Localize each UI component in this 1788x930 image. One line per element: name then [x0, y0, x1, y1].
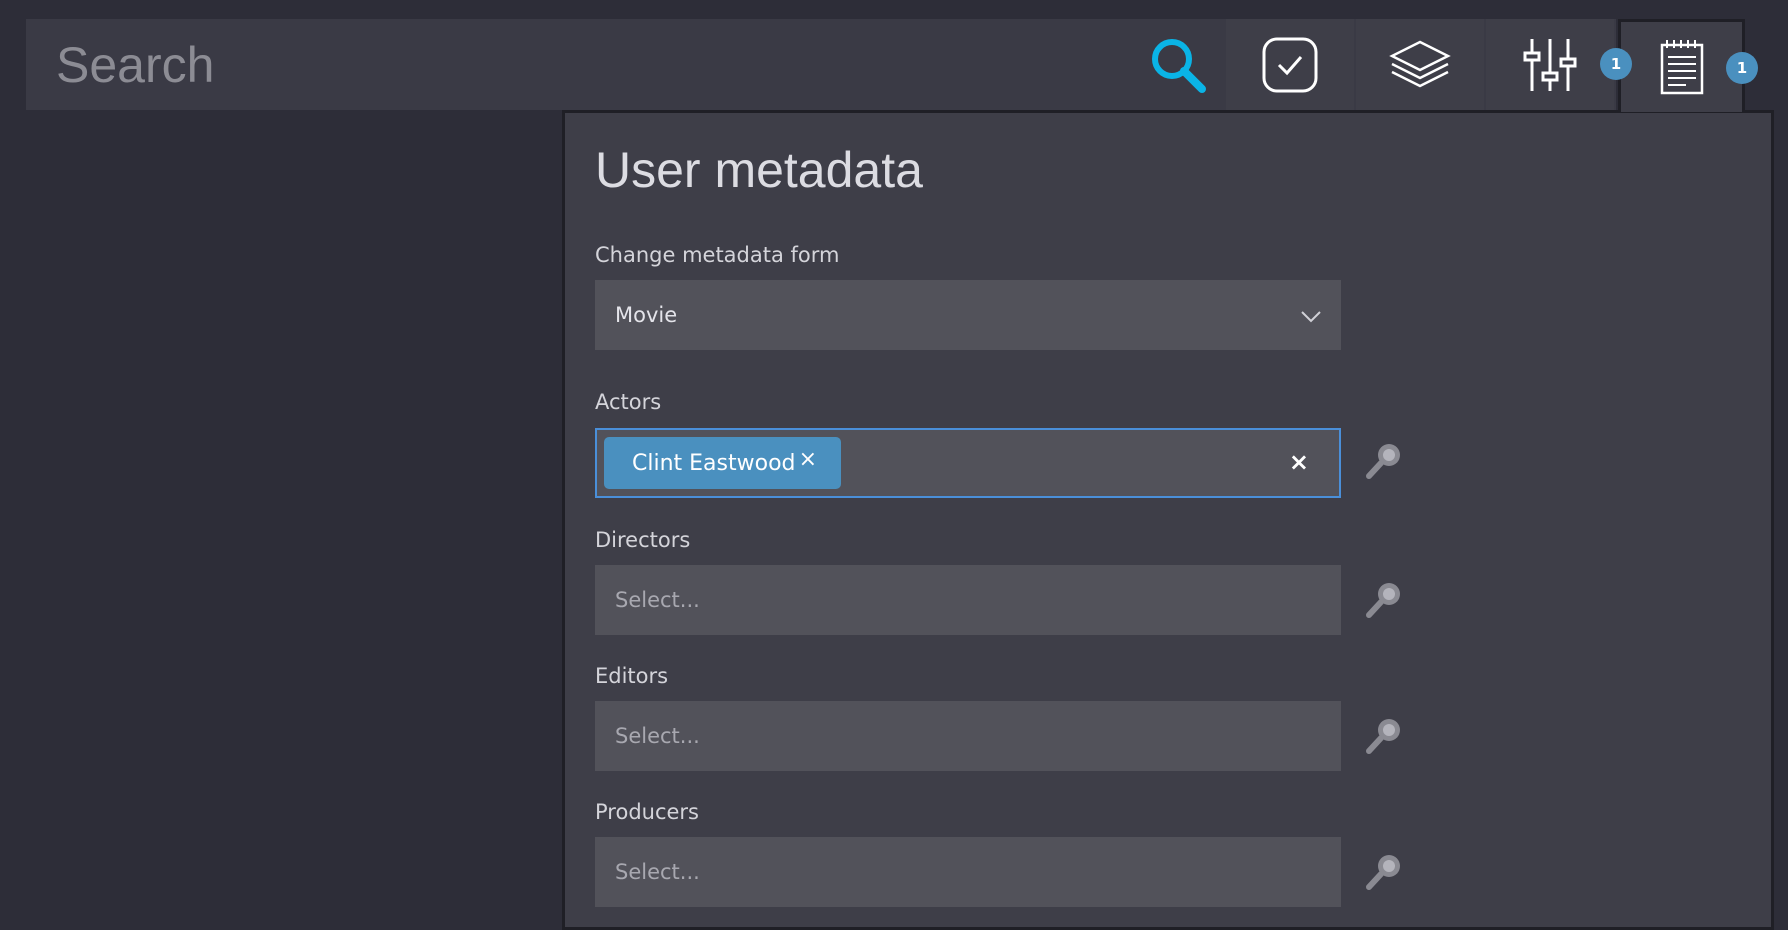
- search-icon[interactable]: [1146, 33, 1210, 97]
- metadata-form-value: Movie: [615, 303, 678, 327]
- editors-lookup-icon[interactable]: [1363, 715, 1405, 757]
- panel-title: User metadata: [595, 142, 923, 198]
- directors-label: Directors: [595, 528, 691, 552]
- producers-placeholder: Select...: [615, 860, 700, 884]
- actor-tag: Clint Eastwood ×: [604, 437, 841, 489]
- top-toolbar: [26, 19, 1616, 110]
- producers-select[interactable]: Select...: [595, 837, 1341, 907]
- chevron-down-icon: [1301, 311, 1321, 323]
- metadata-form-label: Change metadata form: [595, 243, 840, 267]
- filters-count-badge: 1: [1600, 48, 1632, 80]
- actor-tag-label: Clint Eastwood: [632, 450, 796, 476]
- notepad-icon: [1660, 40, 1703, 95]
- actors-lookup-icon[interactable]: [1363, 440, 1405, 482]
- actors-input[interactable]: Clint Eastwood × ×: [595, 428, 1341, 498]
- metadata-count-badge: 1: [1726, 52, 1758, 84]
- sliders-icon: [1523, 38, 1577, 91]
- directors-select[interactable]: Select...: [595, 565, 1341, 635]
- layers-button[interactable]: [1356, 19, 1484, 110]
- metadata-form-select[interactable]: Movie: [595, 280, 1341, 350]
- user-metadata-panel: User metadata Change metadata form Movie…: [562, 110, 1774, 930]
- producers-lookup-icon[interactable]: [1363, 851, 1405, 893]
- remove-tag-icon[interactable]: ×: [799, 447, 817, 472]
- actors-label: Actors: [595, 390, 662, 414]
- editors-label: Editors: [595, 664, 669, 688]
- directors-placeholder: Select...: [615, 588, 700, 612]
- search-input[interactable]: [26, 19, 1126, 110]
- filters-button[interactable]: [1486, 19, 1614, 110]
- directors-lookup-icon[interactable]: [1363, 579, 1405, 621]
- layers-icon: [1389, 40, 1451, 87]
- check-button[interactable]: [1226, 19, 1354, 110]
- editors-placeholder: Select...: [615, 724, 700, 748]
- clear-icon[interactable]: ×: [1289, 448, 1309, 476]
- editors-select[interactable]: Select...: [595, 701, 1341, 771]
- check-icon: [1262, 37, 1318, 92]
- producers-label: Producers: [595, 800, 699, 824]
